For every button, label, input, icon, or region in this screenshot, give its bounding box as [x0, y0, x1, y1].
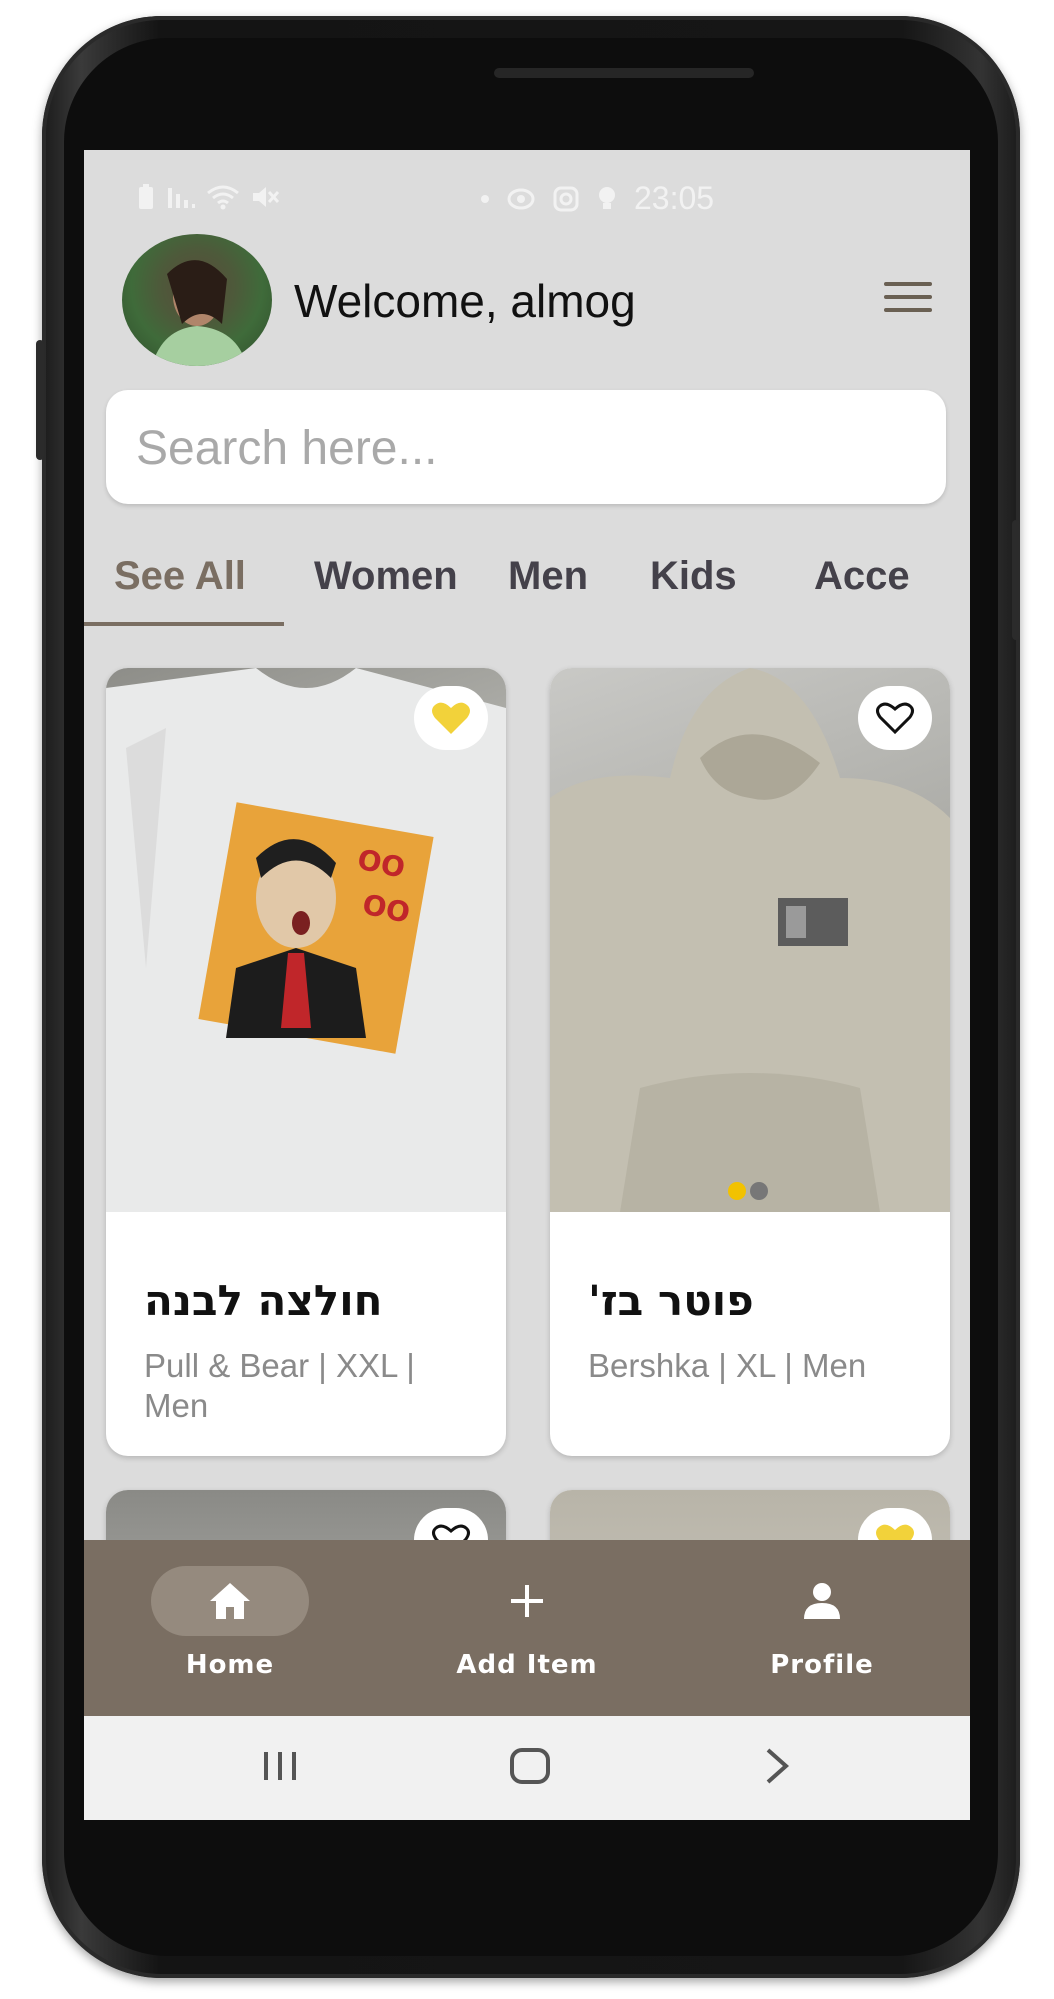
wifi-icon — [207, 185, 239, 210]
nav-add-item-label: Add Item — [456, 1650, 598, 1680]
home-system-icon[interactable] — [508, 1746, 552, 1786]
mute-icon — [253, 187, 280, 207]
status-time: 23:05 — [634, 180, 715, 216]
signal-icon — [168, 188, 195, 208]
item-card[interactable]: פוטר בז' Bershka | XL | Men — [550, 668, 950, 1456]
plus-icon — [511, 1585, 543, 1617]
item-details: Pull & Bear | XXL | Men — [144, 1347, 415, 1424]
image-pagination — [728, 1182, 768, 1200]
power-button — [1012, 520, 1020, 640]
item-card[interactable]: OO OO חולצה לבנה Pull & Bear | XXL | Men — [106, 668, 506, 1456]
bulb-icon — [599, 186, 615, 209]
tab-women[interactable]: Women — [314, 554, 458, 599]
favorite-button[interactable] — [414, 686, 488, 750]
status-bar: 23:05 — [84, 150, 970, 250]
status-icons-left — [136, 184, 280, 210]
home-icon — [210, 1583, 250, 1619]
instagram-icon — [553, 186, 579, 211]
tab-see-all[interactable]: See All — [114, 554, 246, 599]
nav-add-item[interactable]: Add Item — [417, 1566, 637, 1680]
item-title: חולצה לבנה — [144, 1276, 383, 1325]
search-box — [106, 390, 946, 504]
nav-home[interactable]: Home — [120, 1566, 340, 1680]
nav-profile[interactable]: Profile — [712, 1566, 932, 1680]
pagination-dot — [750, 1182, 768, 1200]
search-input[interactable] — [134, 412, 918, 484]
pagination-dot — [728, 1182, 746, 1200]
eye-icon — [507, 188, 535, 209]
heart-outline-icon — [876, 702, 914, 735]
category-tabs: See All Women Men Kids Acce — [84, 550, 970, 630]
speaker-grille — [494, 68, 754, 78]
bottom-navigation: Home Add Item Profile — [84, 1540, 970, 1716]
person-icon — [804, 1583, 840, 1619]
user-photo — [152, 260, 247, 366]
welcome-text: Welcome, almog — [294, 275, 636, 327]
battery-icon — [139, 184, 153, 209]
nav-home-label: Home — [185, 1650, 275, 1680]
item-title: פוטר בז' — [588, 1276, 754, 1325]
tab-men[interactable]: Men — [508, 554, 588, 599]
item-details: Bershka | XL | Men — [588, 1347, 867, 1384]
volume-button — [36, 340, 44, 460]
nav-profile-label: Profile — [770, 1650, 874, 1680]
nav-add-pill — [448, 1566, 606, 1636]
nav-home-pill — [151, 1566, 309, 1636]
heart-filled-icon — [432, 702, 470, 734]
recent-apps-icon[interactable] — [260, 1746, 300, 1786]
favorite-button[interactable] — [858, 686, 932, 750]
system-navigation-bar — [84, 1716, 970, 1820]
dot-icon — [481, 194, 489, 203]
hamburger-menu-icon[interactable] — [884, 282, 932, 316]
nav-profile-pill — [743, 1566, 901, 1636]
status-icons-center: 23:05 — [480, 180, 714, 217]
active-tab-indicator — [84, 622, 284, 626]
back-chevron-icon[interactable] — [762, 1746, 792, 1786]
tab-accessories[interactable]: Acce — [814, 554, 910, 599]
tab-kids[interactable]: Kids — [650, 554, 737, 599]
app-screen: 23:05 Welcome, almog See All Women Men K… — [84, 150, 970, 1820]
avatar[interactable] — [122, 234, 272, 366]
